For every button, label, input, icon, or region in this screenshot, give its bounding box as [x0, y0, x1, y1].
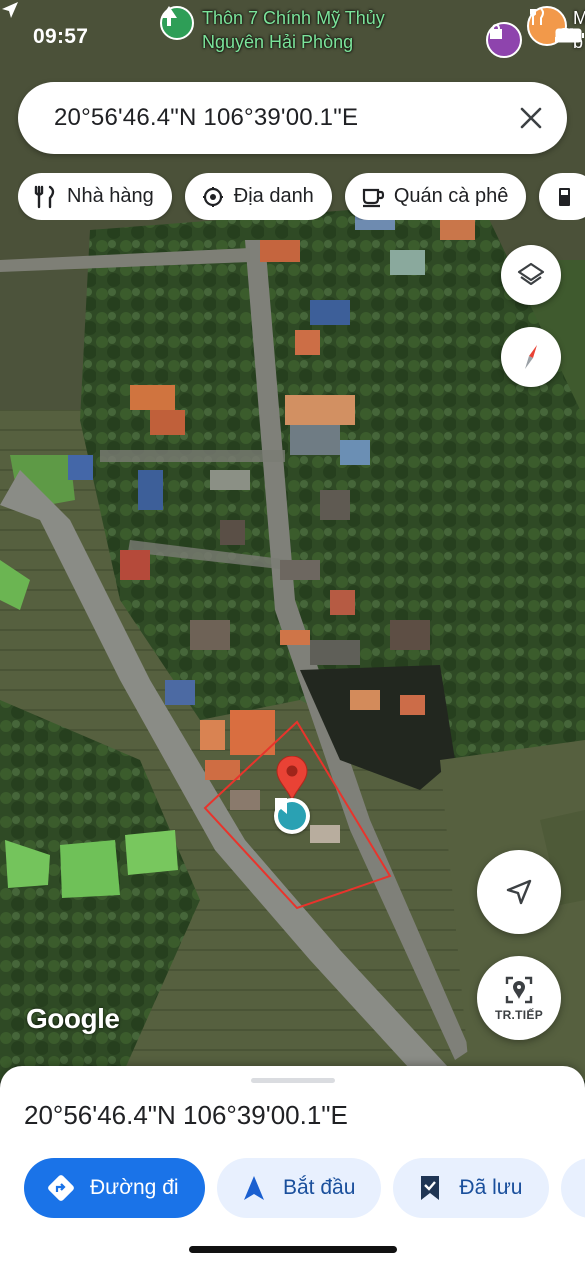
chip-landmarks[interactable]: Địa danh	[184, 173, 332, 220]
close-icon[interactable]	[517, 104, 545, 132]
search-query[interactable]: 20°56'46.4"N 106°39'00.1"E	[54, 104, 358, 132]
sheet-title: 20°56'46.4"N 106°39'00.1"E	[24, 1100, 348, 1130]
recenter-label: TR.TIẾP	[494, 1007, 544, 1022]
shopping-bag-icon	[490, 24, 502, 39]
layers-icon	[517, 262, 545, 286]
focus-pin-icon	[505, 976, 533, 1003]
directions-label: Đường đi	[90, 1176, 179, 1199]
coffee-cup-icon	[362, 188, 384, 207]
navigation-arrow-icon	[506, 879, 532, 905]
dropped-pin[interactable]	[276, 756, 308, 802]
place-label-line1: Thôn 7 Chính Mỹ Thủy	[202, 8, 385, 28]
navigation-arrow-icon	[244, 1176, 264, 1200]
saved-label: Đã lưu	[459, 1176, 523, 1199]
map-place-label[interactable]: Thôn 7 Chính Mỹ Thủy Nguyên Hải Phòng	[160, 6, 385, 54]
action-buttons: Đường đi Bắt đầu Đã lưu	[24, 1158, 585, 1218]
purple-place-marker[interactable]	[486, 22, 522, 58]
directions-icon	[48, 1175, 74, 1201]
corner-label-line1: M	[573, 8, 585, 28]
category-chips: Nhà hàng Địa danh Quán cà phê	[18, 173, 585, 220]
saved-button[interactable]: Đã lưu	[393, 1158, 549, 1218]
battery-icon	[555, 28, 584, 43]
location-services-icon	[2, 2, 18, 18]
status-time: 09:57	[33, 25, 89, 48]
recenter-button[interactable]: TR.TIẾP	[477, 956, 561, 1040]
chip-coffee[interactable]: Quán cà phê	[344, 173, 527, 220]
sheet-drag-handle[interactable]	[251, 1078, 335, 1083]
start-label: Bắt đầu	[283, 1176, 356, 1199]
compass-icon	[525, 345, 537, 369]
bookmark-icon	[275, 798, 287, 814]
saved-place-marker[interactable]	[274, 798, 310, 834]
chip-coffee-label: Quán cà phê	[393, 185, 509, 207]
landmark-icon	[202, 186, 223, 207]
my-location-button[interactable]	[477, 850, 561, 934]
layers-button[interactable]	[501, 245, 561, 305]
start-button[interactable]: Bắt đầu	[217, 1158, 382, 1218]
home-indicator	[189, 1246, 397, 1253]
search-bar[interactable]: 20°56'46.4"N 106°39'00.1"E	[18, 82, 567, 154]
chip-gas[interactable]	[539, 173, 585, 220]
fork-knife-icon	[34, 185, 55, 208]
location-pin-icon	[276, 756, 308, 802]
compass-button[interactable]	[501, 327, 561, 387]
gas-station-icon	[559, 187, 571, 206]
place-label-line2: Nguyên Hải Phòng	[202, 32, 354, 52]
bookmark-icon	[421, 1176, 440, 1200]
more-action-button[interactable]	[560, 1158, 585, 1218]
restaurant-icon	[530, 8, 544, 25]
chip-landmarks-label: Địa danh	[233, 185, 314, 207]
google-logo: Google	[26, 1003, 120, 1034]
chip-restaurants-label: Nhà hàng	[67, 185, 154, 207]
directions-button[interactable]: Đường đi	[24, 1158, 205, 1218]
bottom-sheet[interactable]: 20°56'46.4"N 106°39'00.1"E Đường đi Bắt …	[0, 1066, 585, 1266]
chip-restaurants[interactable]: Nhà hàng	[18, 173, 172, 220]
tree-place-icon	[160, 6, 194, 40]
